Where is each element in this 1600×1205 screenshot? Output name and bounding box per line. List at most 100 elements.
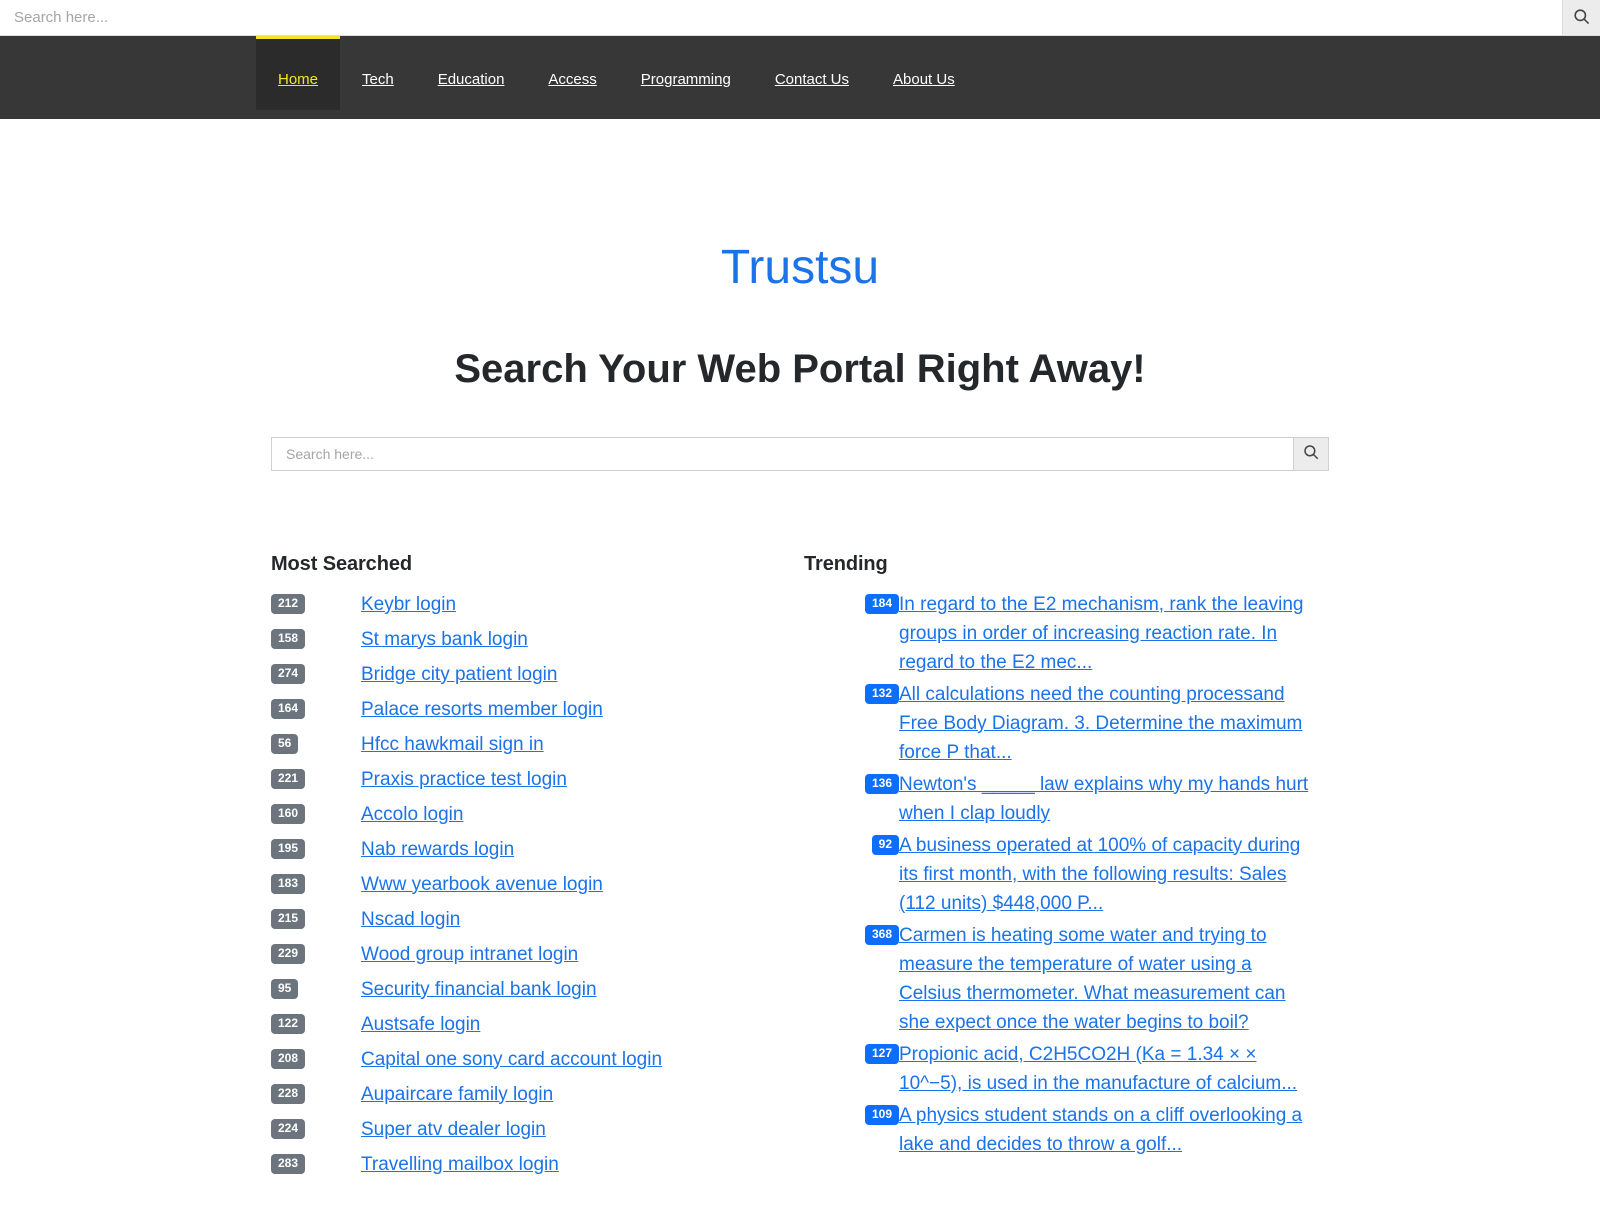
badge-cell: 368 — [804, 921, 899, 945]
count-badge: 95 — [271, 978, 299, 999]
most-searched-link[interactable]: Wood group intranet login — [361, 940, 578, 969]
list-item[interactable]: 221 Praxis practice test login — [271, 765, 804, 794]
most-searched-link[interactable]: Travelling mailbox login — [361, 1150, 559, 1179]
most-searched-link[interactable]: Nscad login — [361, 905, 460, 934]
count-badge: 160 — [271, 803, 306, 824]
badge-cell: 212 — [271, 590, 361, 614]
most-searched-link[interactable]: Hfcc hawkmail sign in — [361, 730, 544, 759]
search-icon — [1302, 443, 1320, 464]
list-item[interactable]: 229 Wood group intranet login — [271, 940, 804, 969]
badge-cell: 92 — [804, 831, 899, 855]
most-searched-link[interactable]: Accolo login — [361, 800, 463, 829]
list-item[interactable]: 283 Travelling mailbox login — [271, 1150, 804, 1179]
list-item[interactable]: 368 Carmen is heating some water and try… — [804, 921, 1329, 1037]
list-item[interactable]: 183 Www yearbook avenue login — [271, 870, 804, 899]
list-item[interactable]: 56 Hfcc hawkmail sign in — [271, 730, 804, 759]
badge-cell: 195 — [271, 835, 361, 859]
count-badge: 136 — [864, 773, 899, 794]
list-item[interactable]: 274 Bridge city patient login — [271, 660, 804, 689]
list-item[interactable]: 184 In regard to the E2 mechanism, rank … — [804, 590, 1329, 677]
count-badge: 195 — [271, 838, 306, 859]
list-item[interactable]: 122 Austsafe login — [271, 1010, 804, 1039]
nav-item-programming[interactable]: Programming — [619, 36, 753, 122]
count-badge: 127 — [864, 1043, 899, 1064]
nav-item-education[interactable]: Education — [416, 36, 527, 122]
trending-link[interactable]: Newton's _____ law explains why my hands… — [899, 770, 1309, 828]
most-searched-link[interactable]: Security financial bank login — [361, 975, 597, 1004]
nav-item-contact-us[interactable]: Contact Us — [753, 36, 871, 122]
badge-cell: 132 — [804, 680, 899, 704]
badge-cell: 184 — [804, 590, 899, 614]
most-searched-link[interactable]: Aupaircare family login — [361, 1080, 553, 1109]
most-searched-link[interactable]: St marys bank login — [361, 625, 528, 654]
badge-cell: 229 — [271, 940, 361, 964]
list-item[interactable]: 127 Propionic acid, C2H5CO2H (Ka = 1.34 … — [804, 1040, 1329, 1098]
most-searched-link[interactable]: Praxis practice test login — [361, 765, 567, 794]
badge-cell: 127 — [804, 1040, 899, 1064]
count-badge: 224 — [271, 1118, 306, 1139]
badge-cell: 224 — [271, 1115, 361, 1139]
list-item[interactable]: 109 A physics student stands on a cliff … — [804, 1101, 1329, 1159]
nav-item-about-us[interactable]: About Us — [871, 36, 977, 122]
most-searched-heading: Most Searched — [271, 552, 412, 575]
badge-cell: 164 — [271, 695, 361, 719]
most-searched-section: Most Searched 212 Keybr login 158 St mar… — [271, 553, 804, 1185]
count-badge: 212 — [271, 593, 306, 614]
badge-cell: 95 — [271, 975, 361, 999]
list-item[interactable]: 160 Accolo login — [271, 800, 804, 829]
count-badge: 109 — [864, 1104, 899, 1125]
most-searched-link[interactable]: Www yearbook avenue login — [361, 870, 603, 899]
most-searched-link[interactable]: Palace resorts member login — [361, 695, 603, 724]
trending-heading: Trending — [804, 552, 888, 575]
list-item[interactable]: 208 Capital one sony card account login — [271, 1045, 804, 1074]
list-item[interactable]: 158 St marys bank login — [271, 625, 804, 654]
trending-link[interactable]: Propionic acid, C2H5CO2H (Ka = 1.34 × × … — [899, 1040, 1309, 1098]
main-search-button[interactable] — [1293, 436, 1329, 471]
count-badge: 132 — [864, 683, 899, 704]
most-searched-link[interactable]: Bridge city patient login — [361, 660, 557, 689]
most-searched-link[interactable]: Nab rewards login — [361, 835, 514, 864]
count-badge: 183 — [271, 873, 306, 894]
top-search-bar — [0, 0, 1600, 36]
list-item[interactable]: 132 All calculations need the counting p… — [804, 680, 1329, 767]
list-item[interactable]: 228 Aupaircare family login — [271, 1080, 804, 1109]
nav-item-access[interactable]: Access — [526, 36, 618, 122]
badge-cell: 160 — [271, 800, 361, 824]
list-item[interactable]: 195 Nab rewards login — [271, 835, 804, 864]
main-search-input[interactable] — [271, 436, 1293, 471]
list-item[interactable]: 164 Palace resorts member login — [271, 695, 804, 724]
badge-cell: 283 — [271, 1150, 361, 1174]
most-searched-link[interactable]: Capital one sony card account login — [361, 1045, 662, 1074]
trending-section: Trending 184 In regard to the E2 mechani… — [804, 553, 1329, 1185]
most-searched-link[interactable]: Austsafe login — [361, 1010, 480, 1039]
count-badge: 56 — [271, 733, 299, 754]
most-searched-link[interactable]: Keybr login — [361, 590, 456, 619]
list-item[interactable]: 224 Super atv dealer login — [271, 1115, 804, 1144]
list-item[interactable]: 92 A business operated at 100% of capaci… — [804, 831, 1329, 918]
top-search-input[interactable] — [0, 0, 1562, 36]
badge-cell: 56 — [271, 730, 361, 754]
badge-cell: 158 — [271, 625, 361, 649]
trending-link[interactable]: A business operated at 100% of capacity … — [899, 831, 1309, 918]
trending-link[interactable]: All calculations need the counting proce… — [899, 680, 1309, 767]
trending-link[interactable]: In regard to the E2 mechanism, rank the … — [899, 590, 1309, 677]
hero-section: Trustsu Search Your Web Portal Right Awa… — [0, 119, 1600, 393]
list-item[interactable]: 136 Newton's _____ law explains why my h… — [804, 770, 1329, 828]
list-item[interactable]: 212 Keybr login — [271, 590, 804, 619]
content-columns: Most Searched 212 Keybr login 158 St mar… — [271, 471, 1329, 1185]
trending-link[interactable]: A physics student stands on a cliff over… — [899, 1101, 1309, 1159]
nav-item-home[interactable]: Home — [256, 36, 341, 110]
top-search-button[interactable] — [1562, 0, 1600, 36]
count-badge: 184 — [864, 593, 899, 614]
badge-cell: 221 — [271, 765, 361, 789]
most-searched-link[interactable]: Super atv dealer login — [361, 1115, 546, 1144]
list-item[interactable]: 95 Security financial bank login — [271, 975, 804, 1004]
count-badge: 158 — [271, 628, 306, 649]
trending-link[interactable]: Carmen is heating some water and trying … — [899, 921, 1309, 1037]
list-item[interactable]: 215 Nscad login — [271, 905, 804, 934]
nav-item-tech[interactable]: Tech — [340, 36, 416, 122]
search-icon — [1572, 7, 1591, 29]
count-badge: 283 — [271, 1153, 306, 1174]
count-badge: 221 — [271, 768, 306, 789]
badge-cell: 183 — [271, 870, 361, 894]
